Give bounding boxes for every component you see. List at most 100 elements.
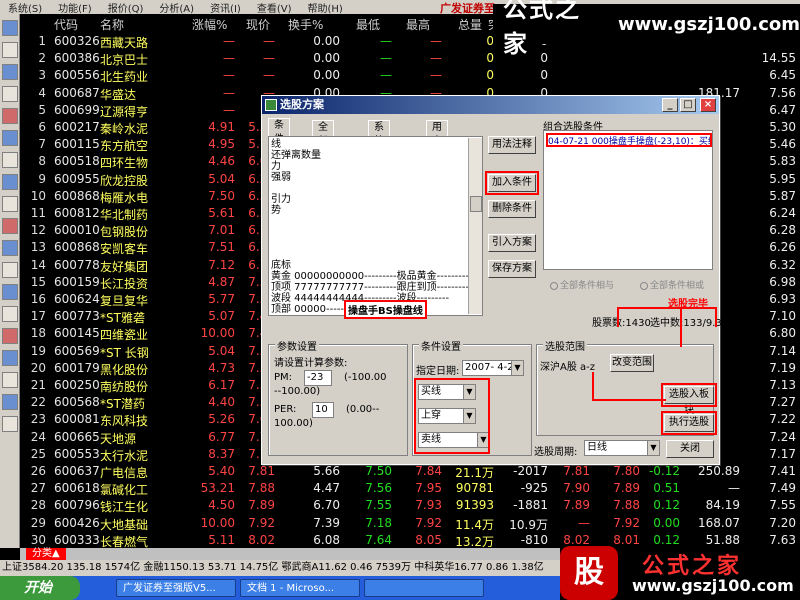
toolbar-icon[interactable] [2, 350, 18, 366]
pm-input[interactable]: -23 [304, 370, 332, 386]
add-to-block-button[interactable]: 选股入板块 [661, 383, 717, 416]
tab-all-conditions[interactable]: 全部条件 [312, 120, 334, 175]
header-high[interactable]: 最高 [406, 16, 430, 33]
condition-list[interactable]: 线 还弹离数量 力 强弱 引力 势 底标 黄金 00000000000-----… [268, 136, 483, 316]
toolbar-icon[interactable] [2, 394, 18, 410]
dialog-title-bar[interactable]: 选股方案 _ □ × [262, 96, 719, 114]
toolbar-icon[interactable] [2, 64, 18, 80]
date-select[interactable]: 2007- 4-21 ▼ [462, 360, 524, 376]
table-row[interactable]: 29 600426 大地基础 10.00 7.92 7.39 7.18 7.92 11.4万 10… [20, 514, 800, 532]
toolbar-icon[interactable] [2, 416, 18, 432]
explain-button[interactable]: 用法注释 [488, 136, 536, 154]
close-button[interactable]: 关闭 [666, 440, 714, 458]
chevron-down-icon[interactable]: ▼ [647, 441, 659, 455]
task-empty[interactable] [364, 579, 484, 597]
toolbar-icon[interactable] [2, 196, 18, 212]
app-icon [265, 99, 277, 111]
toolbar-icon[interactable] [2, 152, 18, 168]
menu-analysis[interactable]: 分析(A) [151, 0, 202, 15]
menu-info[interactable]: 资讯(I) [202, 0, 249, 15]
menu-help[interactable]: 帮助(H) [299, 0, 350, 15]
toolbar-icon[interactable] [2, 42, 18, 58]
tab-condition-group[interactable]: 条件组 [268, 118, 290, 159]
list-item[interactable] [271, 216, 480, 227]
chevron-down-icon[interactable]: ▼ [463, 409, 475, 423]
period-select[interactable]: 日线 ▼ [584, 440, 660, 456]
radio-or[interactable]: 全部条件相或 [640, 278, 704, 291]
toolbar-icon[interactable] [2, 306, 18, 322]
maximize-icon[interactable]: □ [680, 98, 696, 112]
list-item[interactable]: 还弹离数量 [271, 150, 480, 161]
menu-view[interactable]: 查看(V) [249, 0, 300, 15]
table-row[interactable]: 3 600556 北生药业 — —0.00— —0 0 6.45 [20, 66, 800, 84]
combined-condition-item[interactable]: 04-07-21 000操盘手操盘(-23,10)：买线 [546, 133, 712, 147]
combined-condition-list[interactable]: 04-07-21 000操盘手操盘(-23,10)：买线 [543, 130, 713, 270]
task-broker[interactable]: 广发证券至强版V5... [116, 579, 236, 597]
toolbar-icon[interactable] [2, 174, 18, 190]
toolbar-icon[interactable] [2, 262, 18, 278]
save-plan-button[interactable]: 保存方案 [488, 260, 536, 278]
menu-system[interactable]: 系统(S) [0, 0, 50, 15]
toolbar-icon[interactable] [2, 108, 18, 124]
list-item[interactable]: 顶项 77777777777---------跟庄到顶--------- [271, 282, 480, 293]
cell-code: 600386 [54, 51, 100, 66]
header-change[interactable]: 涨幅% [192, 16, 227, 33]
cell-price: 7.89 [248, 498, 275, 513]
header-low[interactable]: 最低 [356, 16, 380, 33]
chevron-down-icon[interactable]: ▼ [511, 361, 523, 375]
import-plan-button[interactable]: 引入方案 [488, 234, 536, 252]
header-turnover[interactable]: 换手% [288, 16, 323, 33]
toolbar-icon[interactable] [2, 284, 18, 300]
menu-quote[interactable]: 报价(Q) [100, 0, 152, 15]
change-range-button[interactable]: 改变范围 [610, 354, 654, 372]
per-input[interactable]: 10 [312, 402, 334, 418]
list-item[interactable]: 势 [271, 205, 480, 216]
remove-condition-button[interactable]: 删除条件 [488, 200, 536, 218]
highlighted-condition[interactable]: 操盘手BS操盘线 [344, 300, 427, 319]
list-item[interactable]: 底标 [271, 260, 480, 271]
header-name[interactable]: 名称 [100, 16, 124, 33]
line1-select[interactable]: 买线 ▼ [418, 384, 476, 400]
list-item[interactable] [271, 183, 480, 194]
tab-system-conditions[interactable]: 系统条件 [368, 120, 390, 175]
header-price[interactable]: 现价 [246, 16, 270, 33]
task-word[interactable]: 文档 1 - Microso... [240, 579, 360, 597]
list-item[interactable]: 力 [271, 161, 480, 172]
add-condition-button[interactable]: 加入条件 [485, 171, 539, 195]
chevron-down-icon[interactable]: ▼ [463, 385, 475, 399]
table-row[interactable]: 28 600796 钱江生化 4.50 7.89 6.70 7.55 7.93 91393 -18… [20, 496, 800, 514]
toolbar-icon[interactable] [2, 86, 18, 102]
list-item[interactable]: 引力 [271, 194, 480, 205]
minimize-icon[interactable]: _ [662, 98, 678, 112]
stock-count-value: 1430 [625, 318, 651, 329]
scrollbar-thumb[interactable] [470, 196, 482, 212]
period-value: 日线 [587, 442, 607, 453]
list-item[interactable] [271, 249, 480, 260]
start-button[interactable]: 开始 [0, 576, 80, 600]
line2-select[interactable]: 卖线 ▼ [418, 432, 490, 448]
toolbar-icon[interactable] [2, 240, 18, 256]
radio-and[interactable]: 全部条件相与 [550, 278, 614, 291]
condition-list-scrollbar[interactable] [468, 138, 482, 314]
cross-select[interactable]: 上穿 ▼ [418, 408, 476, 424]
table-row[interactable]: 2 600386 北京巴士 — —0.00— —0 0 14.55 [20, 49, 800, 67]
tab-category[interactable]: 分类▲ [26, 548, 66, 560]
toolbar-icon[interactable] [2, 372, 18, 388]
toolbar-icon[interactable] [2, 328, 18, 344]
menu-function[interactable]: 功能(F) [50, 0, 100, 15]
toolbar-icon[interactable] [2, 130, 18, 146]
close-icon[interactable]: × [700, 98, 716, 112]
cell-turn: 4.47 [313, 481, 340, 496]
header-volume[interactable]: 总量 [458, 16, 482, 33]
list-item[interactable]: 黄金 00000000000---------极品黄金--------- [271, 271, 480, 282]
list-item[interactable]: 线 [271, 139, 480, 150]
table-row[interactable]: 27 600618 氯碱化工 53.21 7.88 4.47 7.56 7.95 90781 -9… [20, 479, 800, 497]
list-item[interactable]: 强弱 [271, 172, 480, 183]
header-code[interactable]: 代码 [54, 16, 78, 33]
list-item[interactable] [271, 238, 480, 249]
tab-user-conditions[interactable]: 用户条件 [426, 120, 448, 175]
list-item[interactable] [271, 227, 480, 238]
run-selection-button[interactable]: 执行选股 [661, 411, 717, 435]
toolbar-icon[interactable] [2, 20, 18, 36]
toolbar-icon[interactable] [2, 218, 18, 234]
